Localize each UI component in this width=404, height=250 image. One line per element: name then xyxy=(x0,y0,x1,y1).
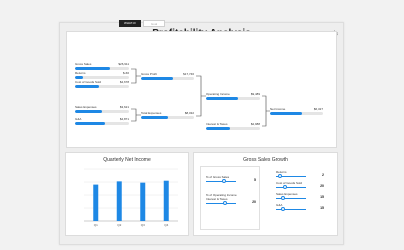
node-value: $6,327 xyxy=(313,107,323,111)
node-label: Net Income xyxy=(270,107,286,111)
node-value: $4,678 xyxy=(119,80,129,84)
node-label: Cost of Goods Sold xyxy=(75,80,102,84)
node-operating-income: Operating Income $9,489 xyxy=(206,92,260,102)
node-net-income: Net Income $6,327 xyxy=(270,107,323,117)
slider-track[interactable] xyxy=(206,203,236,204)
slider-value: 15 xyxy=(320,206,324,210)
node-value: $2,988 xyxy=(250,122,260,126)
x-tick-label: Q3 xyxy=(141,223,145,227)
slider-value: 2 xyxy=(322,173,324,177)
progress-fill xyxy=(75,110,102,113)
bar-q2 xyxy=(116,181,122,221)
slider-thumb[interactable] xyxy=(278,174,282,178)
node-value: $26,911 xyxy=(118,62,129,66)
node-label: Interest & Taxes xyxy=(206,122,228,126)
progress-fill xyxy=(270,112,302,115)
tab-goal[interactable]: Goal xyxy=(143,20,165,27)
progress-track xyxy=(270,112,323,115)
node-label: Total Expenses xyxy=(141,111,162,115)
node-g-and-a: G&A $4,871 xyxy=(75,117,129,127)
node-sales-expenses: Sales Expenses $3,621 xyxy=(75,105,129,115)
slider-label: Returns xyxy=(276,170,287,174)
node-label: Operating Income xyxy=(206,92,230,96)
slider-thumb[interactable] xyxy=(222,179,226,183)
node-value: $17,746 xyxy=(183,72,194,76)
x-tick-label: Q4 xyxy=(164,223,168,227)
slider-thumb[interactable] xyxy=(283,185,287,189)
node-value: $3,621 xyxy=(119,105,129,109)
slider-value: 15 xyxy=(320,195,324,199)
progress-fill xyxy=(75,122,105,125)
slider-track[interactable] xyxy=(206,181,236,182)
progress-track xyxy=(206,97,260,100)
node-interest-taxes: Interest & Taxes $2,988 xyxy=(206,122,260,132)
bar-q1 xyxy=(93,184,99,221)
node-value: $8,032 xyxy=(184,111,194,115)
growth-title: Gross Sales Growth xyxy=(243,157,288,163)
x-tick-label: Q2 xyxy=(117,223,121,227)
progress-fill xyxy=(206,97,239,100)
slider-value: 20 xyxy=(252,200,256,204)
gross-sales-growth-card: Gross Sales Growth % of Gross Sales 5 % … xyxy=(193,152,338,236)
slider-value: 5 xyxy=(254,178,256,182)
progress-fill xyxy=(141,77,173,80)
mode-tabs: WHAT-IF Goal xyxy=(119,20,165,27)
node-label: G&A xyxy=(75,117,82,121)
progress-track xyxy=(206,127,260,130)
node-cogs: Cost of Goods Sold $4,678 xyxy=(75,80,129,90)
bar-q3 xyxy=(140,182,146,221)
node-label: Gross Profit xyxy=(141,72,157,76)
node-total-expenses: Total Expenses $8,032 xyxy=(141,111,194,121)
slider-label: Cost of Goods Sold xyxy=(276,181,303,185)
progress-track xyxy=(75,76,129,79)
node-value: $-66 xyxy=(122,71,129,75)
quarterly-net-income-card: Quarterly Net Income Q1 Q2 Q3 Q4 xyxy=(65,152,189,236)
node-label: Returns xyxy=(75,71,86,75)
tab-what-if[interactable]: WHAT-IF xyxy=(119,20,141,27)
progress-track xyxy=(75,122,129,125)
slider-track[interactable] xyxy=(276,187,306,188)
quarterly-net-income-chart: Q1 Q2 Q3 Q4 xyxy=(84,168,178,227)
x-tick-label: Q1 xyxy=(94,223,98,227)
progress-track xyxy=(141,116,194,119)
progress-track xyxy=(75,67,129,70)
progress-fill xyxy=(75,67,111,70)
progress-fill xyxy=(75,85,100,88)
node-value: $4,871 xyxy=(119,117,129,121)
slider-thumb[interactable] xyxy=(223,201,227,205)
bar-q4 xyxy=(163,180,169,221)
progress-track xyxy=(75,110,129,113)
slider-thumb[interactable] xyxy=(281,196,285,200)
slider-thumb[interactable] xyxy=(281,207,285,211)
progress-track xyxy=(141,77,194,80)
progress-track xyxy=(75,85,129,88)
progress-fill xyxy=(206,127,231,130)
slider-value: 20 xyxy=(320,184,324,188)
progress-fill xyxy=(75,76,84,79)
node-label: Gross Sales xyxy=(75,62,92,66)
slider-label: Sales Expenses xyxy=(276,192,298,196)
node-value: $9,489 xyxy=(250,92,260,96)
progress-fill xyxy=(141,116,168,119)
slider-label: % of Gross Sales xyxy=(206,175,230,179)
node-label: Sales Expenses xyxy=(75,105,97,109)
node-gross-profit: Gross Profit $17,746 xyxy=(141,72,194,82)
